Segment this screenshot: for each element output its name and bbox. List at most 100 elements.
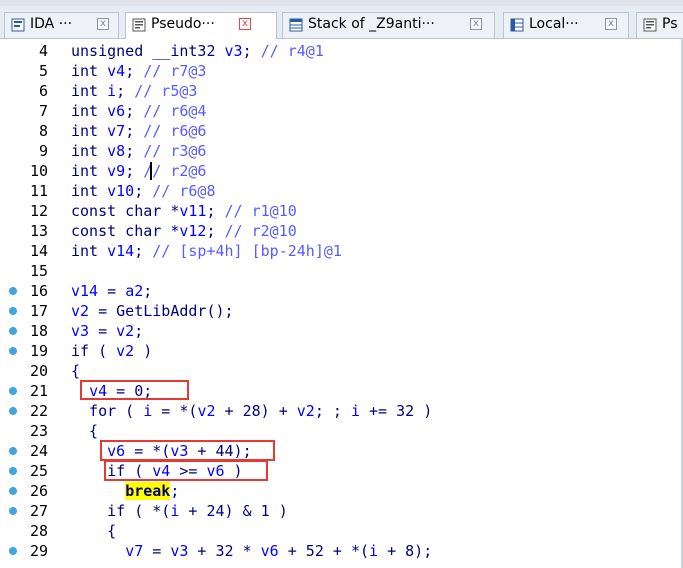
comment-token[interactable]: // r5@3	[134, 82, 197, 100]
code-text[interactable]: const char *v11; // r1@10	[71, 201, 297, 221]
code-token[interactable]: const char *	[71, 202, 179, 220]
breakpoint-dot-icon[interactable]	[9, 307, 17, 315]
variable-token[interactable]: v2	[116, 322, 134, 340]
code-text[interactable]: v7 = v3 + 32 * v6 + 52 + *(i + 8);	[71, 541, 432, 561]
code-text[interactable]: v3 = v2;	[71, 321, 143, 341]
tab-pseudocode-2[interactable]: Ps	[636, 12, 683, 38]
tab-ida-view[interactable]: IDA ··· x	[4, 12, 119, 38]
code-line[interactable]: 19 if ( v2 )	[0, 341, 683, 361]
code-text[interactable]: if ( v2 )	[71, 341, 152, 361]
close-icon[interactable]: x	[470, 18, 482, 30]
code-line[interactable]: 13 const char *v12; // r2@10	[0, 221, 683, 241]
breakpoint-dot-icon[interactable]	[9, 387, 17, 395]
code-line[interactable]: 27 if ( *(i + 24) & 1 )	[0, 501, 683, 521]
code-token[interactable]: = GetLibAddr();	[89, 302, 233, 320]
code-line[interactable]: 23 {	[0, 421, 683, 441]
code-token[interactable]	[71, 482, 125, 500]
code-token[interactable]: + 32 *	[188, 542, 260, 560]
variable-token[interactable]: v2	[197, 402, 215, 420]
comment-token[interactable]: // r3@6	[143, 142, 206, 160]
code-line[interactable]: 22 for ( i = *(v2 + 28) + v2; ; i += 32 …	[0, 401, 683, 421]
highlighted-keyword[interactable]: break	[125, 482, 171, 500]
code-token[interactable]: {	[71, 422, 98, 440]
breakpoint-dot-icon[interactable]	[9, 447, 17, 455]
close-icon[interactable]: x	[97, 18, 109, 30]
close-icon[interactable]: x	[605, 18, 617, 30]
code-token[interactable]: int	[71, 122, 107, 140]
code-line[interactable]: 11 int v10; // r6@8	[0, 181, 683, 201]
code-text[interactable]: v2 = GetLibAddr();	[71, 301, 234, 321]
close-icon[interactable]: x	[239, 18, 251, 30]
code-token[interactable]: const char *	[71, 222, 179, 240]
code-line[interactable]: 18 v3 = v2;	[0, 321, 683, 341]
code-line[interactable]: 25 if ( v4 >= v6 )	[0, 461, 683, 481]
code-line[interactable]: 7 int v6; // r6@4	[0, 101, 683, 121]
code-token[interactable]: = *(	[152, 402, 197, 420]
code-token[interactable]: {	[71, 362, 80, 380]
comment-token[interactable]: // r7@3	[143, 62, 206, 80]
code-text[interactable]: unsigned __int32 v3; // r4@1	[71, 41, 324, 61]
code-token[interactable]: ;	[125, 142, 143, 160]
code-text[interactable]: const char *v12; // r2@10	[71, 221, 297, 241]
code-text[interactable]: v14 = a2;	[71, 281, 152, 301]
code-text[interactable]: int v7; // r6@6	[71, 121, 206, 141]
tab-local-types[interactable]: Local··· x	[503, 12, 629, 38]
code-token[interactable]: ;	[134, 322, 143, 340]
code-text[interactable]: int i; // r5@3	[71, 81, 197, 101]
code-line[interactable]: 28 {	[0, 521, 683, 541]
code-text[interactable]: int v6; // r6@4	[71, 101, 206, 121]
code-token[interactable]: + 52 + *(	[279, 542, 369, 560]
code-token[interactable]: + 28) +	[216, 402, 297, 420]
code-text[interactable]: int v10; // r6@8	[71, 181, 216, 201]
variable-token[interactable]: v3	[225, 42, 243, 60]
breakpoint-dot-icon[interactable]	[9, 287, 17, 295]
code-line[interactable]: 16 v14 = a2;	[0, 281, 683, 301]
code-token[interactable]: ;	[206, 202, 224, 220]
tab-pseudocode[interactable]: Pseudo··· x	[125, 12, 277, 39]
code-text[interactable]: if ( *(i + 24) & 1 )	[71, 501, 288, 521]
comment-token[interactable]: // r6@6	[143, 122, 206, 140]
code-token[interactable]: unsigned __int32	[71, 42, 225, 60]
code-token[interactable]: + 8);	[378, 542, 432, 560]
code-line[interactable]: 6 int i; // r5@3	[0, 81, 683, 101]
code-line[interactable]: 20 {	[0, 361, 683, 381]
variable-token[interactable]: v11	[179, 202, 206, 220]
code-token[interactable]: ;	[125, 162, 143, 180]
code-token[interactable]: ;	[116, 82, 134, 100]
variable-token[interactable]: v10	[107, 182, 134, 200]
code-line[interactable]: 12 const char *v11; // r1@10	[0, 201, 683, 221]
variable-token[interactable]: v6	[107, 102, 125, 120]
code-token[interactable]: {	[71, 522, 116, 540]
code-token[interactable]: for (	[71, 402, 143, 420]
code-token[interactable]: ;	[134, 242, 152, 260]
code-token[interactable]: += 32 )	[360, 402, 432, 420]
code-line[interactable]: 5 int v4; // r7@3	[0, 61, 683, 81]
comment-token[interactable]: // r2@10	[225, 222, 297, 240]
code-line[interactable]: 9 int v8; // r3@6	[0, 141, 683, 161]
variable-token[interactable]: i	[107, 82, 116, 100]
variable-token[interactable]: v9	[107, 162, 125, 180]
code-token[interactable]: ;	[170, 482, 179, 500]
breakpoint-dot-icon[interactable]	[9, 327, 17, 335]
pseudocode-editor[interactable]: 4 unsigned __int32 v3; // r4@1 5 int v4; //…	[0, 39, 683, 568]
code-token[interactable]: ;	[134, 182, 152, 200]
breakpoint-dot-icon[interactable]	[9, 407, 17, 415]
variable-token[interactable]: i	[369, 542, 378, 560]
breakpoint-dot-icon[interactable]	[9, 507, 17, 515]
code-line[interactable]: 29 v7 = v3 + 32 * v6 + 52 + *(i + 8);	[0, 541, 683, 561]
code-token[interactable]: ;	[125, 102, 143, 120]
code-token[interactable]: int	[71, 242, 107, 260]
code-token[interactable]: ;	[143, 282, 152, 300]
variable-token[interactable]: v2	[71, 302, 89, 320]
code-line[interactable]: 4 unsigned __int32 v3; // r4@1	[0, 41, 683, 61]
code-text[interactable]: {	[71, 521, 116, 541]
code-token[interactable]: ;	[206, 222, 224, 240]
variable-token[interactable]: i	[351, 402, 360, 420]
breakpoint-dot-icon[interactable]	[9, 467, 17, 475]
code-token[interactable]: int	[71, 162, 107, 180]
code-text[interactable]: {	[71, 421, 98, 441]
code-token[interactable]: ;	[243, 42, 261, 60]
variable-token[interactable]: v7	[107, 122, 125, 140]
variable-token[interactable]: v6	[261, 542, 279, 560]
comment-token[interactable]: // r2@6	[143, 162, 206, 180]
